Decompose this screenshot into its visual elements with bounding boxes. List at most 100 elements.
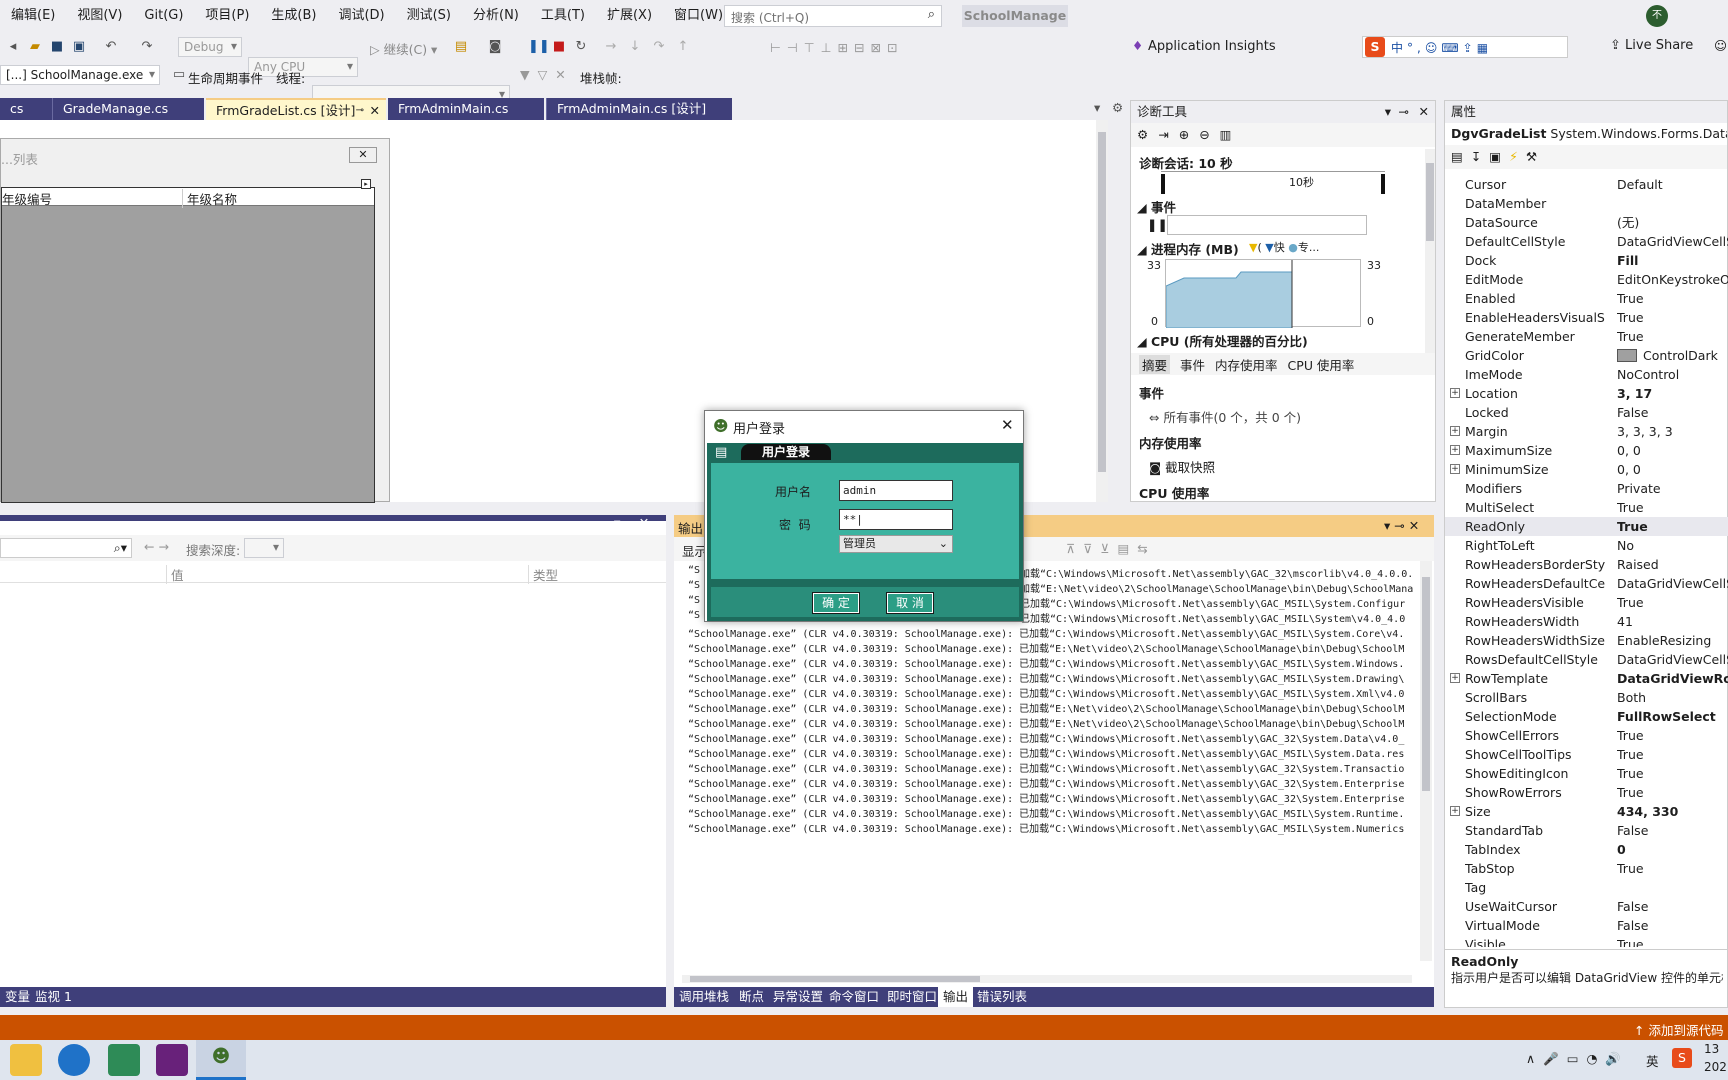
person-icon[interactable]: ☺ xyxy=(1714,38,1727,53)
property-row[interactable]: GridColor ControlDark xyxy=(1445,346,1728,365)
form-close-icon[interactable]: ✕ xyxy=(349,147,377,163)
step-into-icon[interactable]: ↓ xyxy=(626,38,644,56)
save-icon[interactable]: ■ xyxy=(48,38,66,56)
property-value[interactable]: True xyxy=(1617,327,1728,346)
property-row[interactable]: RowsDefaultCellStyle DataGridViewCellStyl… xyxy=(1445,650,1728,669)
dialog-close-icon[interactable]: ✕ xyxy=(1001,416,1014,434)
camera-icon[interactable]: ◙ xyxy=(486,38,504,56)
property-value[interactable]: No xyxy=(1617,536,1728,555)
avatar[interactable]: 不 xyxy=(1646,5,1668,27)
scroll-thumb[interactable] xyxy=(1098,132,1106,472)
tab-frmadminmain[interactable]: FrmAdminMain.cs xyxy=(388,98,544,120)
property-row[interactable]: RowHeadersDefaultCellStyle DataGridViewCe… xyxy=(1445,574,1728,593)
property-value[interactable]: 0, 0 xyxy=(1617,460,1728,479)
sogou-browser-icon[interactable] xyxy=(58,1044,90,1076)
expand-icon[interactable]: + xyxy=(1450,673,1460,683)
property-row[interactable]: EditMode EditOnKeystrokeOrF2 xyxy=(1445,270,1728,289)
diag-scrollbar[interactable] xyxy=(1425,149,1435,357)
property-value[interactable]: EnableResizing xyxy=(1617,631,1728,650)
username-input[interactable]: admin xyxy=(839,480,953,501)
timeline-end-handle[interactable] xyxy=(1381,174,1385,194)
property-value[interactable]: True xyxy=(1617,783,1728,802)
property-row[interactable]: ShowEditingIcon True xyxy=(1445,764,1728,783)
open-folder-icon[interactable]: ▰ xyxy=(26,38,44,56)
restart-icon[interactable]: ↻ xyxy=(572,38,590,56)
expand-icon[interactable]: + xyxy=(1450,464,1460,474)
property-row[interactable]: Enabled True xyxy=(1445,289,1728,308)
output-tab[interactable]: 输出 xyxy=(938,987,974,1007)
property-row[interactable]: Visible True xyxy=(1445,935,1728,947)
add-source-control[interactable]: ↑ 添加到源代码 xyxy=(1634,1020,1723,1039)
property-value[interactable]: True xyxy=(1617,593,1728,612)
output-tab[interactable]: 断点 xyxy=(734,987,769,1007)
property-row[interactable]: + MinimumSize 0, 0 xyxy=(1445,460,1728,479)
output-tab[interactable]: 命令窗口 xyxy=(824,987,884,1007)
designer-scrollbar[interactable] xyxy=(1096,120,1108,502)
tab-frmadminmain-design[interactable]: FrmAdminMain.cs [设计] xyxy=(546,98,732,120)
sogou-tray-icon[interactable]: S xyxy=(1672,1048,1692,1068)
timeline-start-handle[interactable] xyxy=(1161,174,1165,194)
live-share-button[interactable]: ⇪ Live Share xyxy=(1610,38,1693,53)
property-value[interactable]: Fill xyxy=(1617,251,1728,270)
lightbulb-icon[interactable]: ♦ xyxy=(1132,38,1143,53)
property-row[interactable]: ShowCellToolTips True xyxy=(1445,745,1728,764)
pause-icon[interactable]: ❚❚ xyxy=(528,38,550,56)
snapshot-button[interactable]: ◙ 截取快照 xyxy=(1149,457,1215,476)
smart-tag-icon[interactable]: ▸ xyxy=(361,179,371,189)
property-value[interactable]: NoControl xyxy=(1617,365,1728,384)
menu-item[interactable]: 调试(D) xyxy=(327,0,395,32)
continue-button[interactable]: ▷ 继续(C) ▾ xyxy=(370,39,437,58)
chevron-down-icon[interactable]: ⌄ xyxy=(939,536,948,552)
menu-item[interactable]: 工具(T) xyxy=(530,0,596,32)
scroll-thumb[interactable] xyxy=(1422,577,1430,791)
ime-icons[interactable]: 中°,☺⌨⇪▦ xyxy=(1391,39,1492,56)
step-icon[interactable]: → xyxy=(602,38,620,56)
menu-item[interactable]: 项目(P) xyxy=(194,0,260,32)
property-row[interactable]: ShowRowErrors True xyxy=(1445,783,1728,802)
output-header-icons[interactable]: ▾ ⊸ ✕ xyxy=(1384,518,1419,533)
property-row[interactable]: Tag xyxy=(1445,878,1728,897)
property-row[interactable]: GenerateMember True xyxy=(1445,327,1728,346)
search-box[interactable]: 搜索 (Ctrl+Q) ⌕ xyxy=(724,5,942,27)
property-row[interactable]: TabIndex 0 xyxy=(1445,840,1728,859)
property-value[interactable]: 3, 17 xyxy=(1617,384,1728,403)
property-value[interactable]: True xyxy=(1617,764,1728,783)
events-section[interactable]: ◢ 事件 xyxy=(1137,197,1176,216)
property-row[interactable]: RowHeadersVisible True xyxy=(1445,593,1728,612)
property-value[interactable]: Raised xyxy=(1617,555,1728,574)
property-value[interactable]: False xyxy=(1617,403,1728,422)
cancel-button[interactable]: 取 消 xyxy=(886,592,934,614)
save-all-icon[interactable]: ▣ xyxy=(70,38,88,56)
zoom-out-icon[interactable]: ⊖ xyxy=(1199,127,1219,142)
lifecycle-label[interactable]: 生命周期事件 xyxy=(188,68,263,87)
property-value[interactable]: False xyxy=(1617,916,1728,935)
property-row[interactable]: MultiSelect True xyxy=(1445,498,1728,517)
stop-icon[interactable]: ■ xyxy=(550,38,568,56)
property-value[interactable]: True xyxy=(1617,859,1728,878)
undo-icon[interactable]: ↶ xyxy=(102,38,120,56)
property-row[interactable]: Dock Fill xyxy=(1445,251,1728,270)
categorized-icon[interactable]: ▤ xyxy=(1451,149,1471,164)
config-select[interactable]: Debug xyxy=(178,37,242,57)
property-value[interactable]: FullRowSelect xyxy=(1617,707,1728,726)
memory-chart[interactable] xyxy=(1165,259,1361,329)
close-icon[interactable]: ✕ xyxy=(1419,101,1429,123)
menu-item[interactable]: 扩展(X) xyxy=(596,0,663,32)
ime-toolbar[interactable]: S 中°,☺⌨⇪▦ xyxy=(1362,36,1568,58)
property-row[interactable]: ScrollBars Both xyxy=(1445,688,1728,707)
property-row[interactable]: UseWaitCursor False xyxy=(1445,897,1728,916)
property-row[interactable]: + MaximumSize 0, 0 xyxy=(1445,441,1728,460)
app-insights-label[interactable]: Application Insights xyxy=(1148,39,1276,54)
designed-form[interactable]: ...列表 ✕ 年级编号 年级名称 ▸ xyxy=(0,138,390,503)
property-value[interactable]: True xyxy=(1617,935,1728,947)
export-icon[interactable]: ⇥ xyxy=(1158,127,1178,142)
property-row[interactable]: ShowCellErrors True xyxy=(1445,726,1728,745)
role-select[interactable]: 管理员 ⌄ xyxy=(839,535,953,553)
gear-icon[interactable]: ⚙ xyxy=(1137,127,1158,142)
search-depth-select[interactable] xyxy=(244,538,284,558)
ok-button[interactable]: 确 定 xyxy=(812,592,860,614)
menu-item[interactable]: 测试(S) xyxy=(396,0,462,32)
align-icons[interactable]: ⊢⊣⊤⊥⊞⊟⊠⊡ xyxy=(770,40,903,55)
property-value[interactable]: Private xyxy=(1617,479,1728,498)
scroll-thumb[interactable] xyxy=(690,976,980,982)
